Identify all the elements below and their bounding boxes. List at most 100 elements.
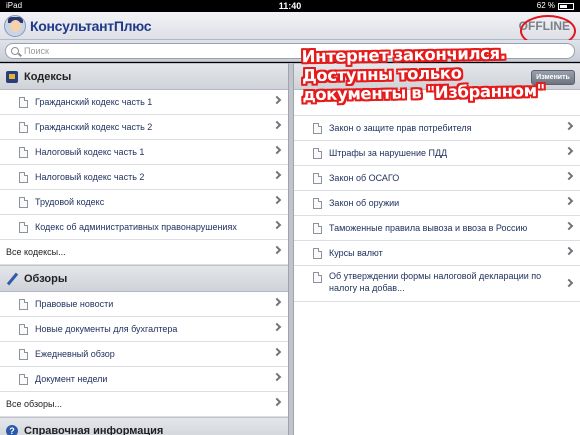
code-item-label: Трудовой кодекс bbox=[35, 197, 105, 207]
chevron-right-icon bbox=[564, 196, 574, 206]
chevron-right-icon bbox=[564, 121, 574, 131]
favorite-item[interactable]: Об утверждении формы налоговой деклараци… bbox=[294, 266, 580, 302]
battery-percent: 62 % bbox=[536, 1, 555, 10]
code-item-label: Кодекс об административных правонарушени… bbox=[35, 222, 237, 232]
consultant-logo-icon bbox=[4, 15, 26, 37]
status-bar: iPad 11:40 62 % bbox=[0, 0, 580, 12]
favorite-item[interactable]: Закон об оружии bbox=[294, 191, 580, 216]
review-item[interactable]: Новые документы для бухгалтера bbox=[0, 317, 288, 342]
section-header-reference: ? Справочная информация bbox=[0, 417, 288, 435]
favorites-pane: Изменить Закон о защите прав потребителя… bbox=[294, 63, 580, 435]
all-codes-link[interactable]: Все кодексы... bbox=[0, 240, 288, 265]
reviews-list: Правовые новости Новые документы для бухг… bbox=[0, 292, 288, 392]
document-icon bbox=[19, 171, 28, 183]
document-icon bbox=[19, 221, 28, 233]
status-time: 11:40 bbox=[278, 1, 302, 11]
battery-icon bbox=[558, 2, 574, 10]
favorite-item-label: Таможенные правила вывоза и ввоза в Росс… bbox=[329, 223, 528, 233]
chevron-right-icon bbox=[564, 146, 574, 156]
codes-list: Гражданский кодекс часть 1 Гражданский ко… bbox=[0, 90, 288, 240]
review-item-label: Документ недели bbox=[35, 374, 108, 384]
document-icon bbox=[313, 122, 322, 134]
chevron-right-icon bbox=[272, 220, 282, 230]
logo-face bbox=[10, 20, 21, 32]
review-item[interactable]: Правовые новости bbox=[0, 292, 288, 317]
pen-icon bbox=[6, 273, 18, 285]
chevron-right-icon bbox=[272, 145, 282, 155]
document-icon bbox=[313, 147, 322, 159]
code-item-label: Налоговый кодекс часть 2 bbox=[35, 172, 145, 182]
help-icon: ? bbox=[6, 424, 18, 435]
chevron-right-icon bbox=[564, 246, 574, 256]
chevron-right-icon bbox=[272, 372, 282, 382]
document-icon bbox=[313, 172, 322, 184]
document-icon bbox=[313, 247, 322, 259]
review-item[interactable]: Ежедневный обзор bbox=[0, 342, 288, 367]
favorite-item-label: Штрафы за нарушение ПДД bbox=[329, 148, 448, 158]
all-reviews-link[interactable]: Все обзоры... bbox=[0, 392, 288, 417]
favorites-list: Закон о защите прав потребителя Штрафы за… bbox=[294, 116, 580, 302]
search-icon bbox=[11, 47, 19, 55]
document-icon bbox=[313, 197, 322, 209]
section-header-reviews: Обзоры bbox=[0, 265, 288, 292]
chevron-right-icon bbox=[272, 120, 282, 130]
review-item-label: Новые документы для бухгалтера bbox=[35, 324, 178, 334]
favorite-item[interactable]: Закон о защите прав потребителя bbox=[294, 116, 580, 141]
code-item-label: Налоговый кодекс часть 1 bbox=[35, 147, 145, 157]
battery-indicator: 62 % bbox=[537, 0, 574, 12]
code-item[interactable]: Трудовой кодекс bbox=[0, 190, 288, 215]
chevron-right-icon bbox=[272, 95, 282, 105]
chevron-right-icon bbox=[564, 278, 574, 288]
all-reviews-label: Все обзоры... bbox=[6, 399, 62, 409]
chevron-right-icon bbox=[272, 170, 282, 180]
review-item-label: Ежедневный обзор bbox=[35, 349, 115, 359]
document-icon bbox=[19, 323, 28, 335]
favorite-item[interactable]: Курсы валют bbox=[294, 241, 580, 266]
code-item[interactable]: Налоговый кодекс часть 2 bbox=[0, 165, 288, 190]
favorite-item[interactable]: Таможенные правила вывоза и ввоза в Росс… bbox=[294, 216, 580, 241]
offline-annotation: Интернет закончился. Доступны только док… bbox=[302, 43, 563, 105]
app-header: КонсультантПлюс OFFLINE bbox=[0, 12, 580, 47]
section-title-codes: Кодексы bbox=[24, 70, 72, 83]
document-icon bbox=[19, 373, 28, 385]
document-icon bbox=[313, 222, 322, 234]
chevron-right-icon bbox=[564, 171, 574, 181]
book-icon bbox=[6, 70, 18, 83]
document-icon bbox=[19, 196, 28, 208]
chevron-right-icon bbox=[272, 195, 282, 205]
code-item[interactable]: Гражданский кодекс часть 2 bbox=[0, 115, 288, 140]
section-header-codes: Кодексы bbox=[0, 63, 288, 90]
document-icon bbox=[19, 348, 28, 360]
chevron-right-icon bbox=[272, 245, 282, 255]
chevron-right-icon bbox=[272, 397, 282, 407]
chevron-right-icon bbox=[564, 221, 574, 231]
document-icon bbox=[313, 272, 322, 283]
chevron-right-icon bbox=[272, 322, 282, 332]
code-item-label: Гражданский кодекс часть 1 bbox=[35, 97, 153, 107]
document-icon bbox=[19, 121, 28, 133]
favorite-item[interactable]: Закон об ОСАГО bbox=[294, 166, 580, 191]
app-brand: КонсультантПлюс bbox=[30, 18, 152, 34]
document-icon bbox=[19, 96, 28, 108]
favorite-item-label: Курсы валют bbox=[329, 248, 383, 258]
code-item[interactable]: Кодекс об административных правонарушени… bbox=[0, 215, 288, 240]
battery-fill bbox=[560, 4, 567, 8]
favorite-item-label: Закон об оружии bbox=[329, 198, 400, 208]
code-item[interactable]: Налоговый кодекс часть 1 bbox=[0, 140, 288, 165]
document-icon bbox=[19, 298, 28, 310]
chevron-right-icon bbox=[272, 297, 282, 307]
section-title-reference: Справочная информация bbox=[24, 424, 164, 435]
code-item[interactable]: Гражданский кодекс часть 1 bbox=[0, 90, 288, 115]
review-item[interactable]: Документ недели bbox=[0, 367, 288, 392]
favorite-item-label: Закон о защите прав потребителя bbox=[329, 123, 472, 133]
review-item-label: Правовые новости bbox=[35, 299, 114, 309]
favorite-item-label: Закон об ОСАГО bbox=[329, 173, 400, 183]
section-title-reviews: Обзоры bbox=[24, 272, 68, 285]
favorite-item-label: Об утверждении формы налоговой деклараци… bbox=[329, 271, 542, 293]
document-icon bbox=[19, 146, 28, 158]
catalog-pane: Кодексы Гражданский кодекс часть 1 Гражда… bbox=[0, 63, 288, 435]
chevron-right-icon bbox=[272, 347, 282, 357]
code-item-label: Гражданский кодекс часть 2 bbox=[35, 122, 153, 132]
all-codes-label: Все кодексы... bbox=[6, 247, 66, 257]
favorite-item[interactable]: Штрафы за нарушение ПДД bbox=[294, 141, 580, 166]
